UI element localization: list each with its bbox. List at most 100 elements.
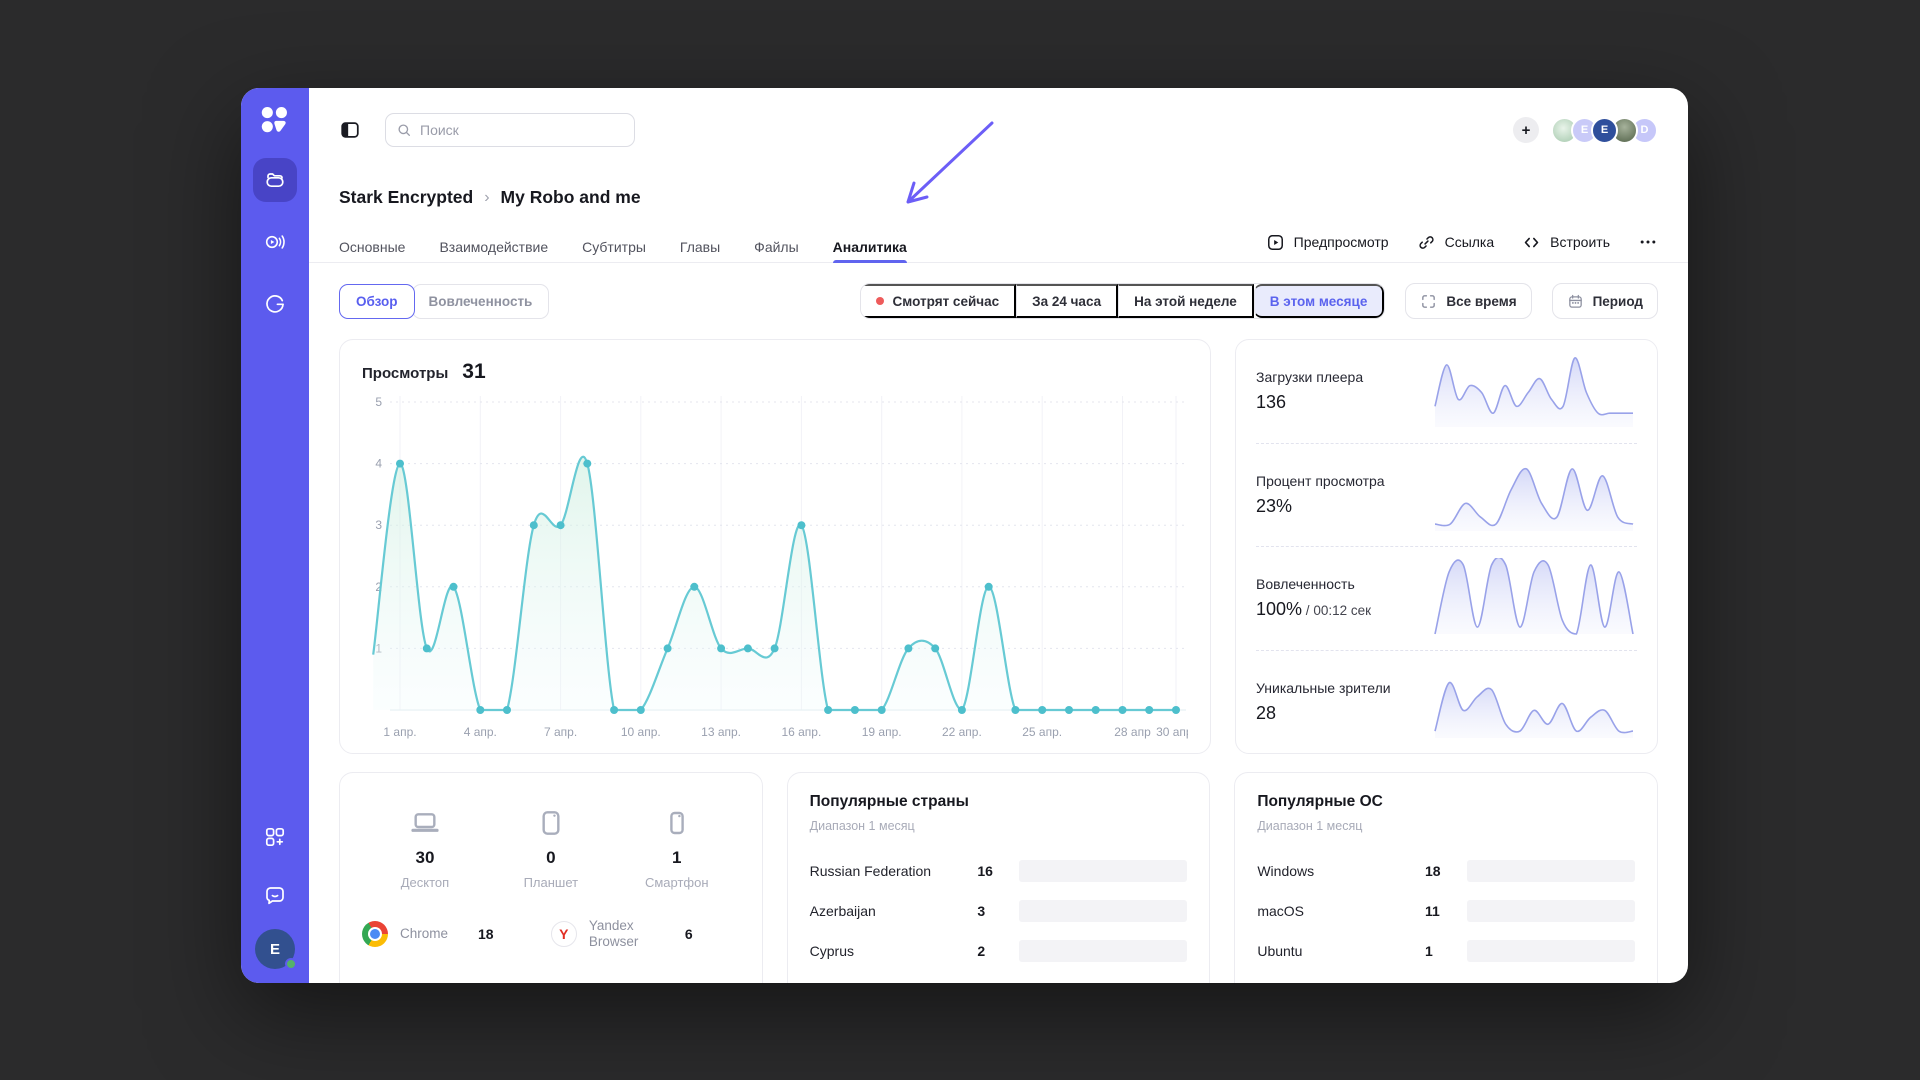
os-name: Windows	[1257, 863, 1425, 879]
stat-player-loads[interactable]: Загрузки плеера 136	[1256, 340, 1637, 444]
country-row: Azerbaijan 3	[810, 891, 1188, 931]
country-value: 2	[977, 943, 1007, 959]
device-smartphone: 1 Смартфон	[614, 807, 740, 890]
views-chart-title: Просмотры	[362, 365, 448, 382]
avatar-active[interactable]: E	[1591, 117, 1618, 144]
mini-stats-panel: Загрузки плеера 136 Процент просмотра 23…	[1235, 339, 1658, 754]
filter-this-month[interactable]: В этом месяце	[1254, 284, 1385, 318]
sidebar-item-live[interactable]	[253, 220, 297, 264]
time-filter-group: Смотрят сейчас За 24 часа На этой неделе…	[860, 283, 1658, 319]
breadcrumb-parent[interactable]: Stark Encrypted	[339, 187, 473, 208]
svg-text:16 апр.: 16 апр.	[781, 725, 821, 739]
calendar-icon	[1567, 293, 1584, 310]
bar-track	[1019, 900, 1187, 922]
overview-toggle-button[interactable]: Обзор	[339, 284, 415, 319]
country-name: Russian Federation	[810, 863, 978, 879]
country-row: Russian Federation 16	[810, 851, 1188, 891]
header-actions: Предпросмотр Ссылка Встроить	[1266, 232, 1658, 262]
os-row: Windows 18	[1257, 851, 1635, 891]
chrome-icon	[362, 921, 388, 947]
stat-engagement[interactable]: Вовлеченность 100% / 00:12 сек	[1256, 547, 1637, 651]
g-icon	[263, 292, 287, 316]
search-box[interactable]	[385, 113, 635, 147]
stat-unique-viewers[interactable]: Уникальные зрители 28	[1256, 651, 1637, 754]
code-brackets-icon	[1522, 233, 1541, 252]
bar-track	[1019, 940, 1187, 962]
tab-analitika[interactable]: Аналитика	[833, 232, 907, 262]
os-name: Ubuntu	[1257, 943, 1425, 959]
browser-chrome: Chrome 18	[362, 921, 551, 947]
stat-watch-percent[interactable]: Процент просмотра 23%	[1256, 444, 1637, 548]
link-icon	[1417, 233, 1436, 252]
all-time-button[interactable]: Все время	[1405, 283, 1531, 319]
player-loads-sparkline	[1431, 351, 1637, 431]
stat-value: 100% / 00:12 сек	[1256, 599, 1371, 620]
sidebar-item-g[interactable]	[253, 282, 297, 326]
live-broadcast-icon	[263, 230, 287, 254]
filter-24h[interactable]: За 24 часа	[1016, 284, 1118, 318]
view-toggle: Обзор Вовлеченность	[339, 284, 549, 319]
tab-fayly[interactable]: Файлы	[754, 232, 798, 262]
browser-label: Yandex Browser	[589, 918, 655, 950]
svg-text:10 апр.: 10 апр.	[621, 725, 661, 739]
preview-button[interactable]: Предпросмотр	[1266, 233, 1389, 252]
period-button[interactable]: Период	[1552, 283, 1658, 319]
bar-track	[1467, 860, 1635, 882]
chat-icon	[263, 883, 287, 907]
device-count: 1	[672, 848, 681, 868]
tab-osnovnye[interactable]: Основные	[339, 232, 405, 262]
stat-value: 23%	[1256, 496, 1385, 517]
filter-this-week[interactable]: На этой неделе	[1118, 284, 1254, 318]
device-label: Смартфон	[645, 875, 709, 890]
os-value: 18	[1425, 863, 1455, 879]
tablet-icon	[535, 807, 567, 839]
bar-track	[1467, 900, 1635, 922]
svg-text:19 апр.: 19 апр.	[862, 725, 902, 739]
engagement-toggle-button[interactable]: Вовлеченность	[412, 284, 550, 319]
country-name: Cyprus	[810, 943, 978, 959]
search-input[interactable]	[420, 122, 624, 138]
link-button[interactable]: Ссылка	[1417, 233, 1495, 252]
svg-text:4: 4	[375, 457, 382, 471]
ellipsis-icon	[1638, 232, 1658, 252]
filter-watching-now[interactable]: Смотрят сейчас	[861, 284, 1017, 318]
sidebar-item-library[interactable]	[253, 158, 297, 202]
app-window: E + E	[241, 88, 1688, 983]
svg-text:28 апр: 28 апр	[1114, 725, 1151, 739]
main-area: + E E D Stark Encrypted › My Robo and me…	[309, 88, 1688, 983]
topbar: + E E D	[309, 88, 1688, 147]
unique-viewers-sparkline	[1431, 662, 1637, 742]
stat-label: Вовлеченность	[1256, 576, 1371, 592]
tab-glavy[interactable]: Главы	[680, 232, 720, 262]
sidebar-item-support[interactable]	[253, 873, 297, 917]
device-tablet: 0 Планшет	[488, 807, 614, 890]
bar-track	[1467, 940, 1635, 962]
laptop-icon	[409, 807, 441, 839]
sidebar-user-avatar[interactable]: E	[255, 929, 295, 969]
add-member-button[interactable]: +	[1513, 117, 1539, 143]
filter-label: За 24 часа	[1032, 294, 1101, 309]
bar-track	[1019, 860, 1187, 882]
views-chart-card: Просмотры 31 123451 апр.4 апр.7 апр.10 а…	[339, 339, 1211, 754]
filter-label: Смотрят сейчас	[893, 294, 1000, 309]
embed-button[interactable]: Встроить	[1522, 233, 1610, 252]
tab-vzaimodeystvie[interactable]: Взаимодействие	[439, 232, 548, 262]
breadcrumb: Stark Encrypted › My Robo and me	[309, 187, 1688, 208]
folder-icon	[263, 168, 287, 192]
filter-label: В этом месяце	[1270, 294, 1368, 309]
device-stats: 30 Десктоп 0 Планшет 1	[362, 807, 740, 890]
stat-value: 136	[1256, 392, 1363, 413]
tab-subtitry[interactable]: Субтитры	[582, 232, 646, 262]
breadcrumb-separator-icon: ›	[484, 189, 489, 207]
more-actions-button[interactable]	[1638, 232, 1658, 252]
browser-label: Chrome	[400, 926, 448, 942]
search-icon	[396, 122, 412, 138]
collapse-sidebar-icon[interactable]	[339, 119, 361, 141]
filter-label: На этой неделе	[1134, 294, 1237, 309]
countries-subtitle: Диапазон 1 месяц	[810, 819, 1188, 833]
views-chart[interactable]: 123451 апр.4 апр.7 апр.10 апр.13 апр.16 …	[362, 390, 1188, 748]
country-value: 16	[977, 863, 1007, 879]
sidebar-item-apps[interactable]	[253, 815, 297, 859]
country-name: Azerbaijan	[810, 903, 978, 919]
analytics-top-row: Просмотры 31 123451 апр.4 апр.7 апр.10 а…	[339, 339, 1658, 754]
